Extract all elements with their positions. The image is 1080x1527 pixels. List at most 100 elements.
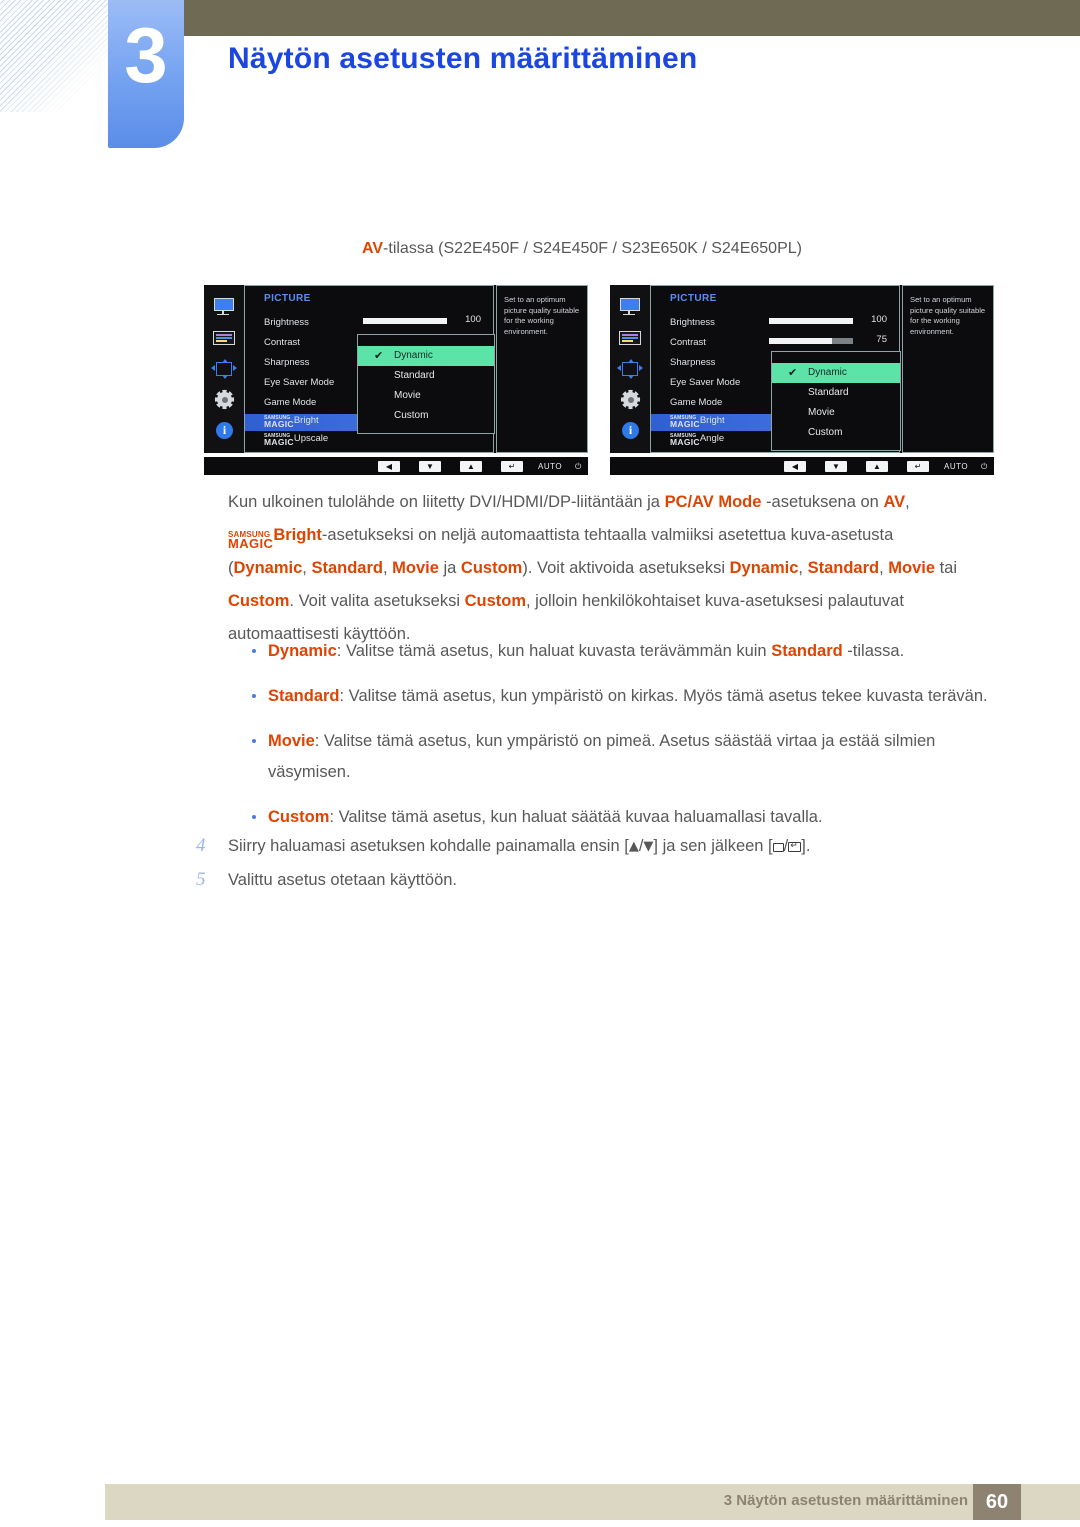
osd-row-magicupscale[interactable]: SAMSUNG MAGIC Upscale bbox=[245, 432, 495, 449]
page-number: 60 bbox=[985, 1491, 1009, 1513]
text-run: : Valitse tämä asetus, kun ympäristö on … bbox=[339, 687, 988, 705]
text-highlight: Standard bbox=[268, 687, 340, 705]
monitor-icon[interactable] bbox=[212, 298, 236, 316]
osd-button-up[interactable]: ▲ bbox=[866, 461, 888, 472]
brightness-slider[interactable] bbox=[363, 318, 447, 324]
submenu-item-dynamic[interactable]: ✔ Dynamic bbox=[772, 363, 900, 383]
osd-row-label: Sharpness bbox=[670, 357, 716, 368]
paragraph-line-2: SAMSUNG MAGIC Bright-asetukseksi on nelj… bbox=[228, 519, 988, 552]
bullet-dot-icon bbox=[252, 815, 256, 819]
info-icon[interactable] bbox=[212, 422, 236, 440]
osd-button-bar: ◀ ▼ ▲ ↵ AUTO ⏻ bbox=[204, 457, 588, 475]
magicbright-label: SAMSUNG MAGIC Bright bbox=[264, 415, 319, 429]
arrows-icon[interactable] bbox=[211, 359, 237, 379]
list-item-text: Standard: Valitse tämä asetus, kun ympär… bbox=[268, 681, 988, 712]
text-run: Valittu asetus otetaan käyttöön. bbox=[228, 871, 458, 889]
header-accent-bar bbox=[184, 0, 1080, 36]
osd-button-auto-label[interactable]: AUTO bbox=[944, 461, 968, 472]
submenu-item-standard[interactable]: Standard bbox=[358, 366, 494, 386]
power-icon[interactable]: ⏻ bbox=[981, 461, 988, 472]
info-icon[interactable] bbox=[618, 422, 642, 440]
text-highlight: Standard bbox=[771, 642, 843, 660]
text-highlight: Dynamic bbox=[268, 642, 337, 660]
arrows-icon[interactable] bbox=[617, 359, 643, 379]
check-icon: ✔ bbox=[374, 350, 384, 362]
submenu-item-movie[interactable]: Movie bbox=[358, 386, 494, 406]
gear-icon[interactable] bbox=[618, 389, 642, 410]
enter-key-icon bbox=[788, 840, 802, 852]
numbered-steps: 4 Siirry haluamasi asetuksen kohdalle pa… bbox=[196, 831, 996, 899]
osd-info-text: Set to an optimum picture quality suitab… bbox=[910, 295, 986, 336]
submenu-item-custom[interactable]: Custom bbox=[772, 423, 900, 443]
text-run: : Valitse tämä asetus, kun haluat säätää… bbox=[329, 808, 823, 826]
brightness-slider[interactable] bbox=[769, 318, 853, 324]
submenu-item-label: Movie bbox=[808, 407, 835, 418]
osd-screenshot-right: PICTURE Brightness 100 Contrast 75 Sharp… bbox=[610, 285, 994, 475]
submenu-item-dynamic[interactable]: ✔ Dynamic bbox=[358, 346, 494, 366]
submenu-item-standard[interactable]: Standard bbox=[772, 383, 900, 403]
list-item-text: Movie: Valitse tämä asetus, kun ympärist… bbox=[268, 726, 988, 788]
submenu-item-movie[interactable]: Movie bbox=[772, 403, 900, 423]
submenu-item-custom[interactable]: Custom bbox=[358, 406, 494, 426]
contrast-slider[interactable] bbox=[769, 338, 853, 344]
text-run: Kun ulkoinen tulolähde on liitetty DVI/H… bbox=[228, 493, 665, 511]
magic-word: MAGIC bbox=[670, 437, 700, 447]
osd-row-label: Game Mode bbox=[670, 397, 723, 408]
text-run: , bbox=[382, 559, 393, 577]
text-run: , jolloin henkilökohtaiset kuva-asetukse… bbox=[526, 592, 904, 610]
step-5: 5 Valittu asetus otetaan käyttöön. bbox=[196, 865, 996, 899]
text-run: Siirry haluamasi asetuksen kohdalle pain… bbox=[228, 837, 629, 855]
osd-button-auto-label[interactable]: AUTO bbox=[538, 461, 562, 472]
magic-word: MAGIC bbox=[228, 535, 274, 551]
osd-button-left[interactable]: ◀ bbox=[784, 461, 806, 472]
osd-list-icon[interactable] bbox=[618, 329, 642, 347]
osd-button-down[interactable]: ▼ bbox=[825, 461, 847, 472]
osd-row-label: Contrast bbox=[670, 337, 706, 348]
text-highlight: Dynamic bbox=[729, 559, 799, 577]
osd-info-panel: Set to an optimum picture quality suitab… bbox=[496, 285, 588, 453]
osd-menu-panel: PICTURE Brightness 100 Contrast Sharpnes… bbox=[244, 285, 495, 453]
magic-word: MAGIC bbox=[264, 419, 294, 429]
monitor-icon[interactable] bbox=[618, 298, 642, 316]
osd-row-label: Brightness bbox=[264, 317, 309, 328]
text-run: : Valitse tämä asetus, kun ympäristö on … bbox=[268, 732, 936, 781]
footer-chapter-label: 3 Näytön asetusten määrittäminen bbox=[723, 1492, 968, 1509]
magicbright-label: SAMSUNG MAGIC Bright bbox=[670, 415, 725, 428]
bullet-dot-icon bbox=[252, 739, 256, 743]
text-highlight: Custom bbox=[228, 592, 290, 610]
submenu-item-label: Custom bbox=[808, 427, 843, 438]
source-key-icon bbox=[772, 843, 784, 852]
up-arrow-key-icon: ▲ bbox=[628, 839, 639, 854]
text-highlight: Standard bbox=[807, 559, 880, 577]
contrast-value: 75 bbox=[876, 334, 887, 345]
text-highlight: Movie bbox=[392, 559, 439, 577]
osd-button-up[interactable]: ▲ bbox=[460, 461, 482, 472]
osd-info-panel: Set to an optimum picture quality suitab… bbox=[902, 285, 994, 453]
magic-word: MAGIC bbox=[264, 437, 294, 447]
brightness-value: 100 bbox=[871, 314, 887, 325]
osd-button-enter[interactable]: ↵ bbox=[501, 461, 523, 472]
gear-icon[interactable] bbox=[212, 389, 236, 410]
step-text: Siirry haluamasi asetuksen kohdalle pain… bbox=[228, 831, 996, 862]
chapter-tab: 3 bbox=[108, 0, 184, 148]
osd-screen: PICTURE Brightness 100 Contrast Sharpnes… bbox=[204, 285, 588, 453]
section-subtitle: AV-tilassa (S22E450F / S24E450F / S23E65… bbox=[362, 240, 802, 258]
step-4: 4 Siirry haluamasi asetuksen kohdalle pa… bbox=[196, 831, 996, 865]
submenu-item-label: Dynamic bbox=[394, 350, 433, 361]
osd-button-enter[interactable]: ↵ bbox=[907, 461, 929, 472]
osd-button-left[interactable]: ◀ bbox=[378, 461, 400, 472]
magic-suffix: Upscale bbox=[293, 433, 329, 445]
submenu-item-label: Standard bbox=[808, 387, 849, 398]
list-item: Movie: Valitse tämä asetus, kun ympärist… bbox=[228, 726, 988, 788]
step-text: Valittu asetus otetaan käyttöön. bbox=[228, 865, 996, 895]
check-icon: ✔ bbox=[788, 367, 798, 379]
text-run: ). Voit aktivoida asetukseksi bbox=[522, 559, 730, 577]
osd-button-down[interactable]: ▼ bbox=[419, 461, 441, 472]
text-run: -tilassa. bbox=[842, 642, 905, 660]
text-highlight: Custom bbox=[460, 559, 523, 577]
submenu-item-label: Standard bbox=[394, 370, 435, 381]
osd-icon-column bbox=[610, 285, 650, 453]
osd-list-icon[interactable] bbox=[212, 329, 236, 347]
power-icon[interactable]: ⏻ bbox=[575, 461, 582, 472]
osd-row-label: Eye Saver Mode bbox=[264, 377, 335, 388]
